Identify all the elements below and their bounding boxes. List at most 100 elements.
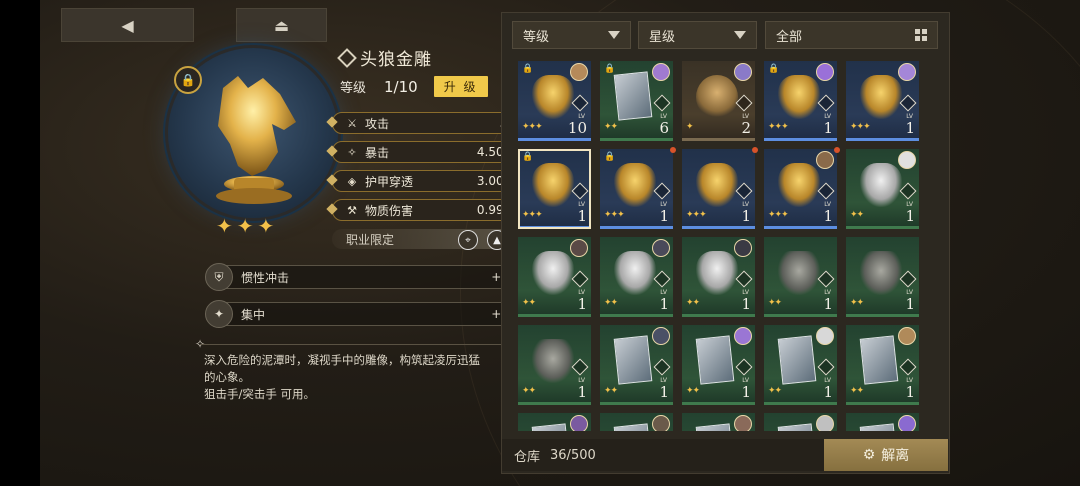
- sword-icon: ⚔: [347, 116, 357, 130]
- equipped-character-avatar: [816, 327, 834, 345]
- item-level: 1: [905, 383, 915, 401]
- photo-statue-image: [859, 423, 899, 431]
- item-card[interactable]: [600, 413, 673, 431]
- equipped-character-avatar: [570, 415, 588, 431]
- stat-physical-damage: ⚒ 物质伤害 0.99%: [332, 199, 526, 221]
- item-card[interactable]: LV 1 ✦✦✦: [846, 61, 919, 141]
- item-stars: ✦✦✦: [768, 122, 789, 132]
- item-level: 1: [823, 383, 833, 401]
- item-card[interactable]: LV 1 ✦✦: [600, 325, 673, 405]
- item-level: 1: [905, 119, 915, 137]
- item-card[interactable]: LV 1 ✦✦: [682, 325, 755, 405]
- item-type-icon: [653, 270, 671, 288]
- inventory-panel: 等级 星级 全部 🔒 LV 10 ✦✦✦ 🔒 LV 6 ✦✦ LV 2 ✦ 🔒 LV 1 ✦✦✦ LV 1 ✦✦✦…: [501, 12, 950, 474]
- item-stars: ✦✦: [686, 386, 700, 396]
- sniper-class-icon[interactable]: ⌖: [458, 230, 478, 250]
- item-level: 2: [741, 119, 751, 137]
- item-stars: ✦✦: [522, 298, 536, 308]
- item-stars: ✦✦✦: [216, 214, 279, 238]
- filter-all-dropdown[interactable]: 全部: [765, 21, 938, 49]
- home-button[interactable]: ⏏: [236, 8, 327, 42]
- item-level: 1: [659, 383, 669, 401]
- item-stars: ✦✦✦: [604, 210, 625, 220]
- item-card[interactable]: [518, 413, 591, 431]
- item-description: 深入危险的泥潭时，凝视手中的雕像，构筑起凌厉迅猛 的心象。 狙击手/突击手 可用…: [204, 353, 480, 401]
- item-card[interactable]: LV 2 ✦: [682, 61, 755, 141]
- equipped-character-avatar: [816, 63, 834, 81]
- lock-icon: 🔒: [522, 64, 534, 74]
- item-level: 1: [741, 295, 751, 313]
- item-type-icon: [735, 182, 753, 200]
- item-level: 1: [659, 207, 669, 225]
- photo-statue-image: [777, 423, 817, 431]
- item-card[interactable]: 🔒 LV 1 ✦✦✦: [764, 61, 837, 141]
- stat-attack: ⚔ 攻击 54: [332, 112, 526, 134]
- dismantle-icon: ⚙: [862, 447, 876, 463]
- item-stars: ✦✦: [686, 298, 700, 308]
- new-badge-dot: [670, 147, 676, 153]
- item-stars: ✦✦✦: [522, 122, 543, 132]
- item-card[interactable]: LV 1 ✦✦: [764, 325, 837, 405]
- gold-statue-image: [532, 75, 574, 119]
- item-card[interactable]: [764, 413, 837, 431]
- item-type-icon: [571, 182, 589, 200]
- item-card[interactable]: LV 1 ✦✦: [764, 237, 837, 317]
- storage-bar: 仓库 36/500: [502, 439, 824, 471]
- item-card[interactable]: [682, 413, 755, 431]
- item-level: 1: [577, 383, 587, 401]
- item-stars: ✦✦: [604, 386, 618, 396]
- item-stars: ✦✦: [604, 122, 618, 132]
- filter-level-dropdown[interactable]: 等级: [512, 21, 631, 49]
- gold-statue-image: [860, 75, 902, 119]
- photo-statue-image: [695, 335, 735, 385]
- gold-statue-image: [778, 75, 820, 119]
- item-card[interactable]: [846, 413, 919, 431]
- stone-statue-image: [532, 339, 574, 383]
- back-button[interactable]: ◀: [61, 8, 194, 42]
- item-card[interactable]: LV 1 ✦✦: [518, 237, 591, 317]
- item-type-icon: [653, 94, 671, 112]
- item-stars: ✦✦: [768, 298, 782, 308]
- equipped-character-avatar: [816, 151, 834, 169]
- equipped-character-avatar: [652, 63, 670, 81]
- item-card[interactable]: LV 1 ✦✦✦: [682, 149, 755, 229]
- home-icon: ⏏: [273, 15, 290, 35]
- item-card[interactable]: 🔒 LV 1 ✦✦✦: [518, 149, 591, 229]
- item-level: 1: [577, 295, 587, 313]
- gold-statue-image: [696, 163, 738, 207]
- skill-focus[interactable]: ✦ 集中 +1: [205, 300, 522, 328]
- item-stars: ✦✦✦: [850, 122, 871, 132]
- dismantle-button[interactable]: ⚙ 解离: [824, 439, 948, 471]
- upgrade-button[interactable]: 升 级: [433, 76, 488, 97]
- item-card[interactable]: 🔒 LV 1 ✦✦✦: [600, 149, 673, 229]
- item-card[interactable]: LV 1 ✦✦✦: [764, 149, 837, 229]
- item-type-icon: [817, 94, 835, 112]
- silver-statue-image: [696, 251, 738, 295]
- dismantle-label: 解离: [881, 448, 910, 464]
- gold-statue-image: [778, 163, 820, 207]
- item-card[interactable]: 🔒 LV 10 ✦✦✦: [518, 61, 591, 141]
- item-card[interactable]: LV 1 ✦✦: [846, 149, 919, 229]
- skill-inertia-impact[interactable]: ⛨ 惯性冲击 +2: [205, 263, 522, 291]
- equipped-character-avatar: [734, 239, 752, 257]
- game-screen: ◀ ⏏ 🔒 ✦✦✦ 头狼金雕 等级 1/10 升 级 ⚔ 攻击 ✧ 暴击 4.5…: [40, 0, 1080, 486]
- item-card[interactable]: LV 1 ✦✦: [518, 325, 591, 405]
- item-type-icon: [899, 94, 917, 112]
- photo-statue-image: [777, 335, 817, 385]
- filter-star-dropdown[interactable]: 星级: [638, 21, 757, 49]
- item-card[interactable]: LV 1 ✦✦: [846, 237, 919, 317]
- item-type-icon: [337, 47, 357, 68]
- item-stars: ✦✦: [850, 386, 864, 396]
- item-card[interactable]: LV 1 ✦✦: [682, 237, 755, 317]
- globe-statue-image: [696, 75, 738, 119]
- item-level: 1: [905, 207, 915, 225]
- lock-icon[interactable]: 🔒: [174, 66, 202, 94]
- item-card[interactable]: LV 1 ✦✦: [846, 325, 919, 405]
- level-label: 等级: [340, 81, 367, 96]
- back-arrow-icon: ◀: [121, 15, 134, 35]
- item-card[interactable]: LV 1 ✦✦: [600, 237, 673, 317]
- item-card[interactable]: 🔒 LV 6 ✦✦: [600, 61, 673, 141]
- item-type-icon: [735, 270, 753, 288]
- item-stars: ✦: [686, 122, 693, 132]
- new-badge-dot: [752, 147, 758, 153]
